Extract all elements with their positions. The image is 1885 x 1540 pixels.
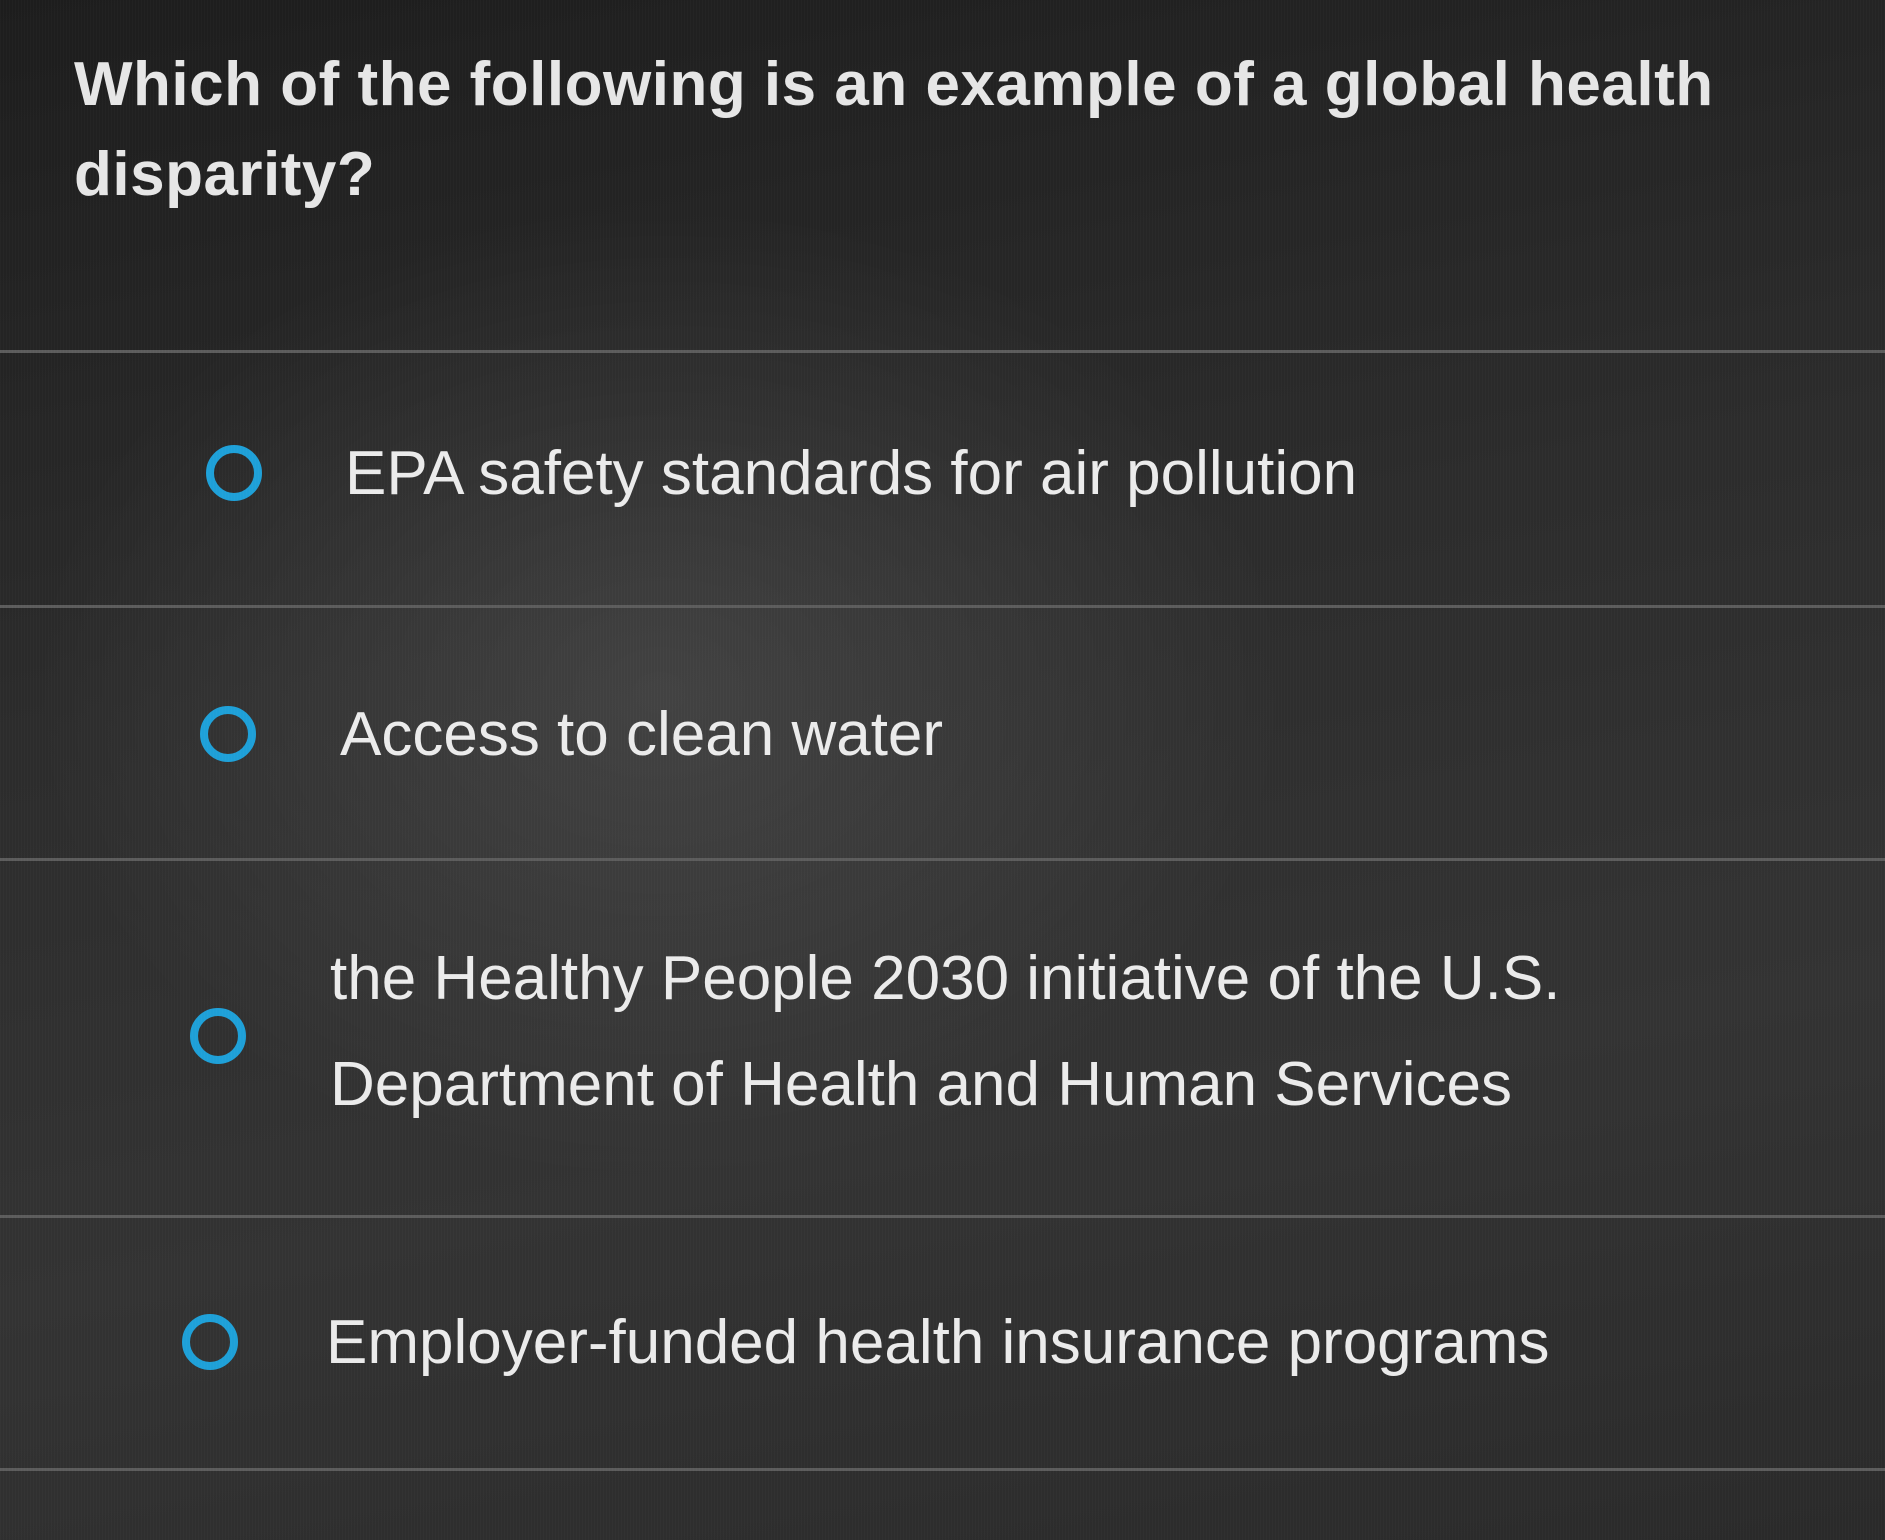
answer-option-4[interactable]: Employer-funded health insurance program… [0,1218,1885,1468]
option-label: the Healthy People 2030 initiative of th… [330,944,1561,1119]
answer-option-1[interactable]: EPA safety standards for air pollution [0,353,1885,605]
option-label: Access to clean water [340,700,944,769]
option-label: EPA safety standards for air pollution [345,439,1358,508]
radio-unselected-icon[interactable] [182,1314,238,1370]
answer-option-2[interactable]: Access to clean water [0,608,1885,858]
radio-unselected-icon[interactable] [206,445,262,501]
question-text: Which of the following is an example of … [74,50,1714,209]
option-label: Employer-funded health insurance program… [326,1308,1550,1377]
divider [0,1468,1885,1471]
quiz-screen: Which of the following is an example of … [0,0,1885,1540]
radio-unselected-icon[interactable] [190,1008,246,1064]
answer-option-3[interactable]: the Healthy People 2030 initiative of th… [0,861,1885,1215]
radio-unselected-icon[interactable] [200,706,256,762]
